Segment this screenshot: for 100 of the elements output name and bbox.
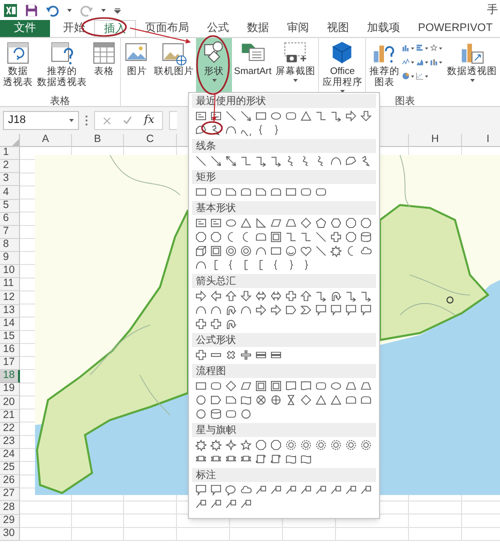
shape-icon[interactable] xyxy=(300,380,312,392)
ribbon-tab[interactable]: POWERPIVOT xyxy=(409,20,500,37)
shape-icon[interactable] xyxy=(240,245,252,257)
shape-icon[interactable] xyxy=(224,408,236,420)
shape-icon[interactable] xyxy=(210,408,222,420)
shape-icon[interactable] xyxy=(240,186,252,198)
shape-icon[interactable] xyxy=(330,484,342,496)
row-header[interactable]: 17 xyxy=(0,357,20,370)
ribbon-tab[interactable]: 页面布局 xyxy=(136,20,198,37)
row-header[interactable]: 4 xyxy=(0,186,20,200)
shape-icon[interactable] xyxy=(194,304,206,316)
shape-icon[interactable] xyxy=(270,186,282,198)
row-header[interactable]: 30 xyxy=(0,528,20,541)
row-header[interactable]: 29 xyxy=(0,514,20,528)
shape-icon[interactable] xyxy=(224,110,236,122)
ribbon-tab[interactable]: 文件 xyxy=(0,20,50,37)
shape-icon[interactable] xyxy=(270,245,282,257)
shape-icon[interactable] xyxy=(360,110,372,122)
shape-icon[interactable] xyxy=(314,186,326,198)
shape-icon[interactable] xyxy=(300,484,312,496)
shape-icon[interactable] xyxy=(240,217,252,229)
shape-icon[interactable] xyxy=(300,439,312,451)
row-header[interactable]: 19 xyxy=(0,383,20,396)
shape-icon[interactable] xyxy=(224,290,236,302)
ribbon-button[interactable]: 图片 xyxy=(122,38,152,94)
ribbon-tab[interactable]: 数据 xyxy=(238,20,278,37)
shape-icon[interactable] xyxy=(194,290,206,302)
row-header[interactable]: 3 xyxy=(0,173,20,186)
shape-icon[interactable] xyxy=(224,439,236,451)
shape-icon[interactable] xyxy=(194,217,206,229)
shape-icon[interactable] xyxy=(344,217,356,229)
formula-input[interactable] xyxy=(169,111,178,130)
shape-icon[interactable] xyxy=(284,245,296,257)
shape-icon[interactable] xyxy=(254,231,266,243)
shape-icon[interactable] xyxy=(210,217,222,229)
shape-icon[interactable] xyxy=(300,110,312,122)
shape-icon[interactable] xyxy=(284,110,296,122)
shape-icon[interactable] xyxy=(224,217,236,229)
chart-type-button[interactable] xyxy=(416,70,428,82)
shape-icon[interactable] xyxy=(300,231,312,243)
name-box[interactable]: J18 xyxy=(3,111,79,130)
shape-icon[interactable] xyxy=(330,217,342,229)
shape-icon[interactable] xyxy=(210,124,222,136)
shape-icon[interactable] xyxy=(194,186,206,198)
shape-icon[interactable] xyxy=(360,217,372,229)
shape-icon[interactable] xyxy=(210,394,222,406)
save-icon[interactable] xyxy=(25,4,38,16)
shape-icon[interactable] xyxy=(314,245,326,257)
column-header[interactable]: A xyxy=(42,132,49,148)
shape-icon[interactable] xyxy=(344,484,356,496)
row-header[interactable]: 8 xyxy=(0,238,20,252)
shape-icon[interactable] xyxy=(314,231,326,243)
shape-icon[interactable] xyxy=(300,394,312,406)
shape-icon[interactable] xyxy=(254,394,266,406)
shape-icon[interactable] xyxy=(240,110,252,122)
shape-icon[interactable] xyxy=(314,484,326,496)
shape-icon[interactable] xyxy=(270,439,282,451)
shape-icon[interactable] xyxy=(224,155,236,167)
shape-icon[interactable] xyxy=(330,290,342,302)
row-header[interactable]: 28 xyxy=(0,501,20,514)
shape-icon[interactable] xyxy=(254,453,266,465)
shape-icon[interactable] xyxy=(314,110,326,122)
shape-icon[interactable] xyxy=(240,394,252,406)
ribbon-tab[interactable]: 审阅 xyxy=(278,20,318,37)
shape-icon[interactable] xyxy=(344,231,356,243)
ribbon-button[interactable]: 屏幕截图 xyxy=(273,38,318,94)
shape-icon[interactable] xyxy=(284,439,296,451)
shape-icon[interactable] xyxy=(224,124,236,136)
ribbon-tab[interactable]: 视图 xyxy=(318,20,358,37)
ribbon-tab[interactable]: 公式 xyxy=(198,20,238,37)
shape-icon[interactable] xyxy=(210,231,222,243)
shape-icon[interactable] xyxy=(240,349,252,361)
shape-icon[interactable] xyxy=(240,155,252,167)
ribbon-button[interactable]: 推荐的 图表 xyxy=(367,38,402,94)
shape-icon[interactable] xyxy=(194,484,206,496)
shape-icon[interactable] xyxy=(270,304,282,316)
shape-icon[interactable] xyxy=(300,304,312,316)
ribbon-tab[interactable]: 加载项 xyxy=(358,20,409,37)
shape-icon[interactable] xyxy=(300,290,312,302)
shape-icon[interactable] xyxy=(284,217,296,229)
shape-icon[interactable] xyxy=(224,245,236,257)
row-header[interactable]: 11 xyxy=(0,278,20,292)
row-header[interactable]: 15 xyxy=(0,330,20,344)
shape-icon[interactable] xyxy=(254,186,266,198)
row-header[interactable]: 20 xyxy=(0,396,20,410)
shape-icon[interactable] xyxy=(314,439,326,451)
shape-icon[interactable] xyxy=(270,110,282,122)
shape-icon[interactable] xyxy=(330,110,342,122)
shape-icon[interactable] xyxy=(194,318,206,330)
shape-icon[interactable] xyxy=(194,245,206,257)
shape-icon[interactable] xyxy=(194,394,206,406)
row-header[interactable]: 5 xyxy=(0,200,20,213)
shape-icon[interactable] xyxy=(314,304,326,316)
shape-icon[interactable] xyxy=(240,290,252,302)
shape-icon[interactable] xyxy=(270,231,282,243)
ribbon-button[interactable]: 数据透视图 xyxy=(445,38,499,94)
shape-icon[interactable] xyxy=(344,439,356,451)
row-header[interactable]: 9 xyxy=(0,252,20,266)
shape-icon[interactable] xyxy=(254,110,266,122)
shape-icon[interactable] xyxy=(210,439,222,451)
